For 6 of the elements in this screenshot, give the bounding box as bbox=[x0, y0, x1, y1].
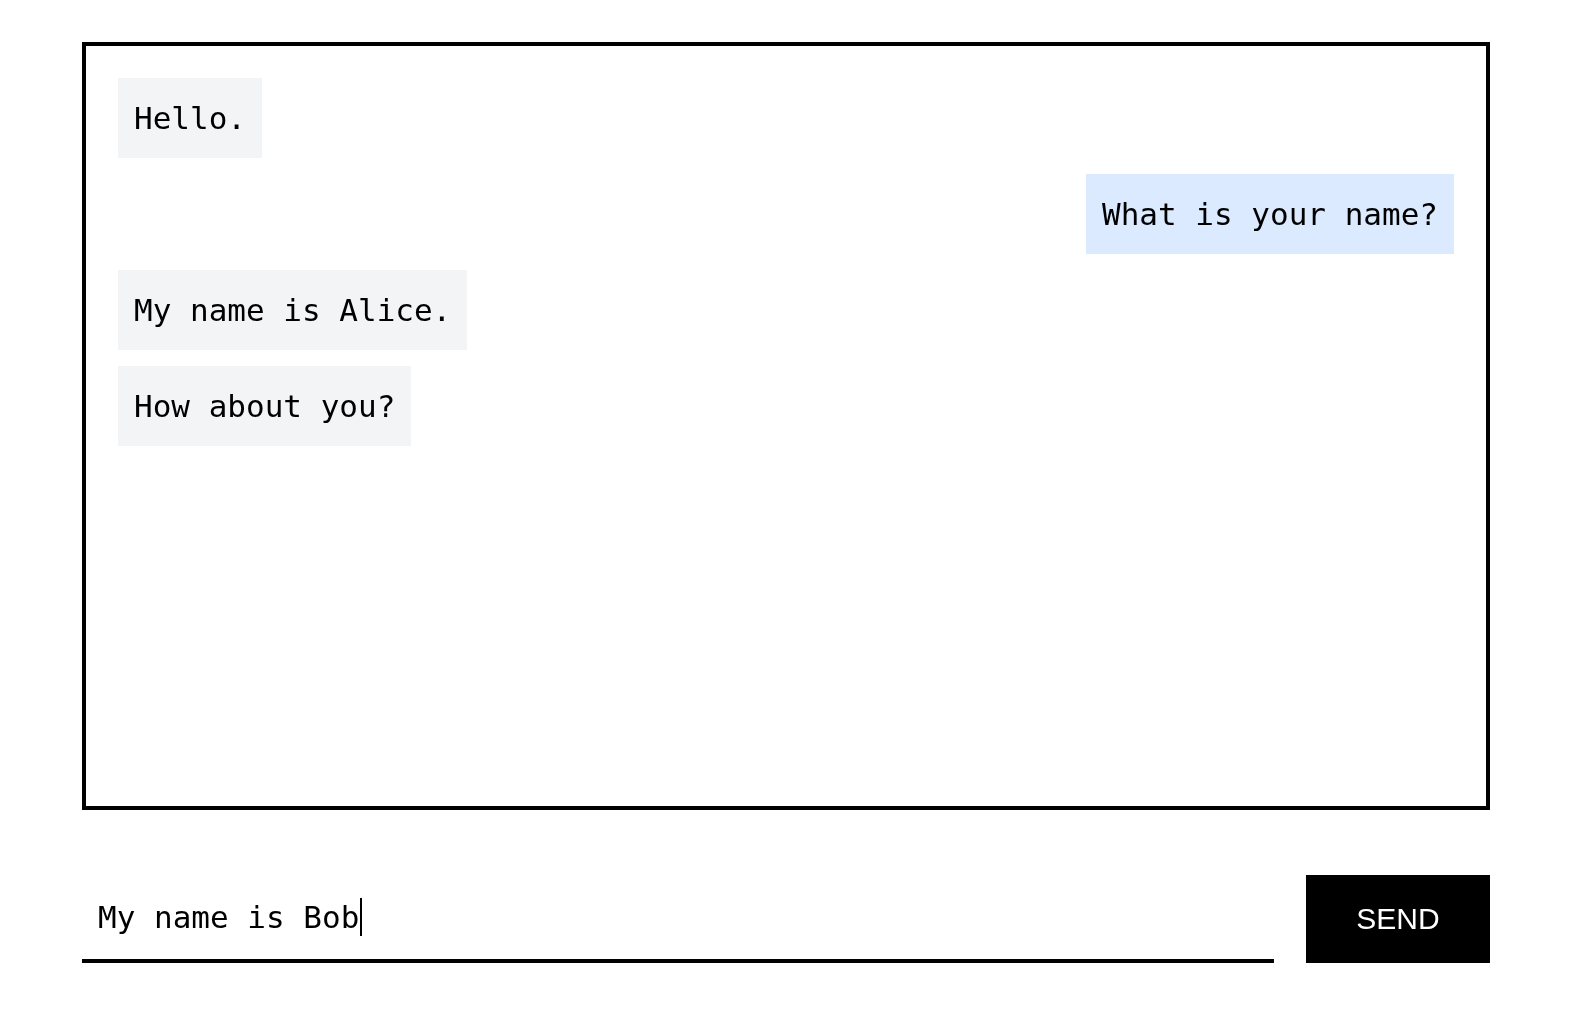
received-message: My name is Alice. bbox=[118, 270, 468, 350]
send-button[interactable]: SEND bbox=[1306, 875, 1490, 963]
message-input[interactable]: My name is Bob bbox=[82, 875, 1274, 963]
received-message: How about you? bbox=[118, 366, 412, 446]
received-message: Hello. bbox=[118, 78, 262, 158]
sent-message: What is your name? bbox=[1086, 174, 1454, 254]
